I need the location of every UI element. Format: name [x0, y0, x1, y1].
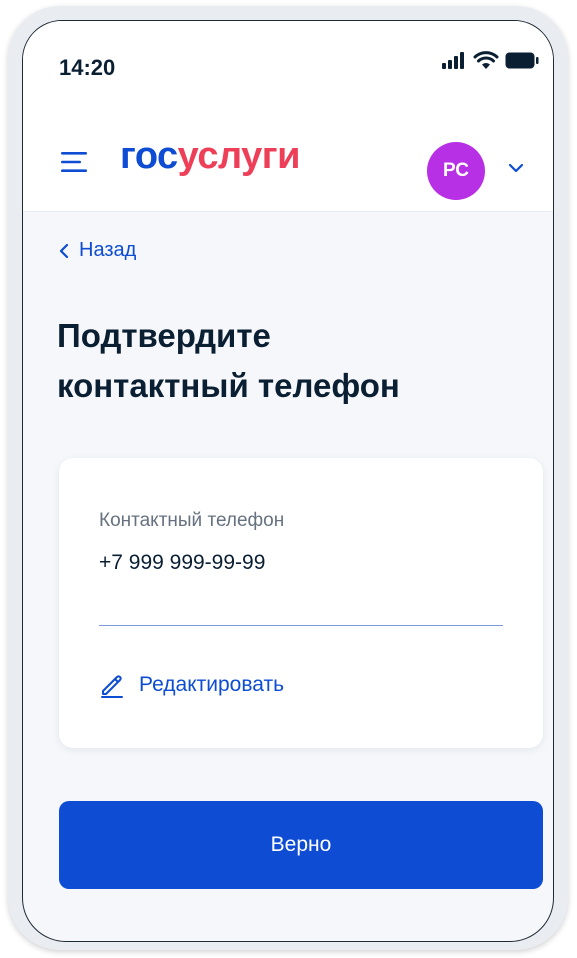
status-icons [441, 51, 539, 70]
menu-icon[interactable] [61, 151, 87, 173]
status-time: 14:20 [59, 55, 116, 80]
pencil-icon [101, 675, 123, 698]
logo-part-gos: гос [120, 135, 178, 177]
phone-card: Контактный телефон +7 999 999-99-99 Реда… [59, 458, 543, 748]
signal-icon [442, 51, 464, 69]
back-link[interactable]: Назад [59, 239, 136, 262]
edit-phone-link[interactable]: Редактировать [99, 672, 284, 698]
chevron-left-icon [59, 243, 69, 258]
page-title: Подтвердите контактный телефон [57, 311, 517, 411]
phone-value: +7 999 999-99-99 [99, 551, 266, 574]
app-header: госуслуги РС [23, 119, 553, 212]
gosuslugi-logo[interactable]: госуслуги [120, 135, 300, 178]
back-label: Назад [79, 239, 137, 261]
phone-label: Контактный телефон [99, 510, 285, 531]
confirm-button[interactable]: Верно [59, 801, 543, 889]
phone-screen: 14:20 госуслуги РС Назад Подтвердите кон… [22, 20, 554, 942]
chevron-down-icon[interactable] [508, 163, 524, 173]
battery-icon [505, 52, 539, 69]
page-title-line1: Подтвердите [57, 317, 271, 354]
field-divider [99, 625, 503, 626]
status-bar: 14:20 [23, 21, 553, 119]
avatar[interactable]: РС [427, 142, 485, 200]
wifi-icon [473, 51, 499, 69]
page-title-line2: контактный телефон [57, 367, 400, 404]
edit-label: Редактировать [139, 673, 285, 696]
logo-part-uslugi: услуги [177, 135, 301, 177]
